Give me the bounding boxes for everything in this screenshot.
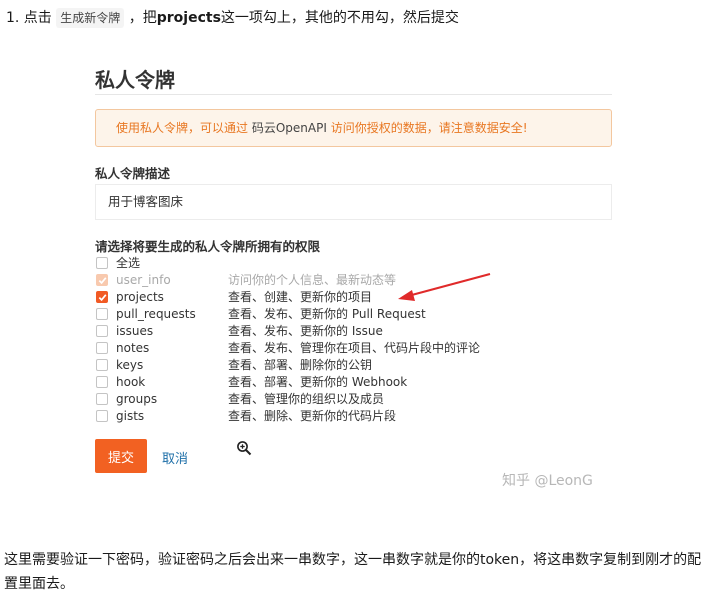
openapi-link[interactable]: 码云OpenAPI <box>252 121 327 135</box>
submit-button[interactable]: 提交 <box>95 439 147 473</box>
permission-description: 查看、发布、更新你的 Pull Request <box>228 307 426 321</box>
permission-checkbox[interactable] <box>96 308 108 320</box>
permission-row[interactable]: notes 查看、发布、管理你在项目、代码片段中的评论 <box>95 340 595 357</box>
description-label: 私人令牌描述 <box>95 166 171 181</box>
instruction-suffix: 这一项勾上，其他的不用勾，然后提交 <box>220 10 459 26</box>
security-alert: 使用私人令牌，可以通过 码云OpenAPI 访问你授权的数据，请注意数据安全! <box>95 109 612 147</box>
permission-description: 查看、发布、管理你在项目、代码片段中的评论 <box>228 341 481 355</box>
permission-row[interactable]: hook 查看、部署、更新你的 Webhook <box>95 374 595 391</box>
explanation-text: 这里需要验证一下密码，验证密码之后会出来一串数字，这一串数字就是你的token，… <box>4 552 702 592</box>
check-icon <box>98 277 107 285</box>
permission-row[interactable]: gists 查看、删除、更新你的代码片段 <box>95 408 595 425</box>
instruction-chip: 生成新令牌 <box>56 8 125 28</box>
permission-checkbox[interactable] <box>96 359 108 371</box>
permission-name: 全选 <box>116 256 141 270</box>
permission-row[interactable]: 全选 <box>95 255 595 272</box>
watermark: 知乎 @LeonG <box>502 473 593 489</box>
permission-description: 查看、管理你的组织以及成员 <box>228 392 385 406</box>
permission-name: groups <box>116 392 158 406</box>
cancel-link[interactable]: 取消 <box>162 448 188 467</box>
permission-name: gists <box>116 409 145 423</box>
permission-description: 查看、部署、删除你的公钥 <box>228 358 373 372</box>
permission-checkbox[interactable] <box>96 393 108 405</box>
permission-description: 查看、创建、更新你的项目 <box>228 290 373 304</box>
description-input[interactable]: 用于博客图床 <box>95 184 612 220</box>
alert-text-before: 使用私人令牌，可以通过 <box>116 121 249 135</box>
permission-name: notes <box>116 341 150 355</box>
permission-name: user_info <box>116 273 171 287</box>
page-title: 私人令牌 <box>95 68 175 92</box>
permission-checkbox[interactable] <box>96 410 108 422</box>
permission-checkbox[interactable] <box>96 376 108 388</box>
permissions-label: 请选择将要生成的私人令牌所拥有的权限 <box>95 239 321 254</box>
permission-row[interactable]: pull_requests 查看、发布、更新你的 Pull Request <box>95 306 595 323</box>
check-icon <box>98 294 107 302</box>
permission-row[interactable]: projects 查看、创建、更新你的项目 <box>95 289 595 306</box>
permission-checkbox[interactable] <box>96 342 108 354</box>
permission-name: keys <box>116 358 144 372</box>
permissions-list: 全选 user_info 访问你的个人信息、最新动态等 projects 查看、创建、更… <box>95 255 595 425</box>
permission-name: issues <box>116 324 154 338</box>
instruction-keyword: projects <box>156 10 221 26</box>
permission-checkbox[interactable] <box>96 257 108 269</box>
permission-description: 查看、发布、更新你的 Issue <box>228 324 383 338</box>
instruction-middle: ，把 <box>128 10 157 26</box>
permission-row[interactable]: issues 查看、发布、更新你的 Issue <box>95 323 595 340</box>
permission-row[interactable]: keys 查看、部署、删除你的公钥 <box>95 357 595 374</box>
permission-row[interactable]: user_info 访问你的个人信息、最新动态等 <box>95 272 595 289</box>
permission-description: 查看、删除、更新你的代码片段 <box>228 409 397 423</box>
permission-checkbox <box>96 274 108 286</box>
instruction-line: 1. 点击 生成新令牌 ，把projects这一项勾上，其他的不用勾，然后提交 <box>6 8 459 28</box>
title-divider <box>95 94 612 95</box>
instruction-prefix: 1. 点击 <box>6 10 52 26</box>
token-form-screenshot: 私人令牌 使用私人令牌，可以通过 码云OpenAPI 访问你授权的数据，请注意数… <box>80 56 620 488</box>
permission-checkbox[interactable] <box>96 291 108 303</box>
alert-text-after: 访问你授权的数据，请注意数据安全! <box>330 121 528 135</box>
permission-name: pull_requests <box>116 307 196 321</box>
permission-name: projects <box>116 290 164 304</box>
permission-row[interactable]: groups 查看、管理你的组织以及成员 <box>95 391 595 408</box>
permission-checkbox[interactable] <box>96 325 108 337</box>
permission-name: hook <box>116 375 146 389</box>
zoom-in-icon <box>237 441 252 456</box>
permission-description: 查看、部署、更新你的 Webhook <box>228 375 408 389</box>
permission-description: 访问你的个人信息、最新动态等 <box>228 273 397 287</box>
